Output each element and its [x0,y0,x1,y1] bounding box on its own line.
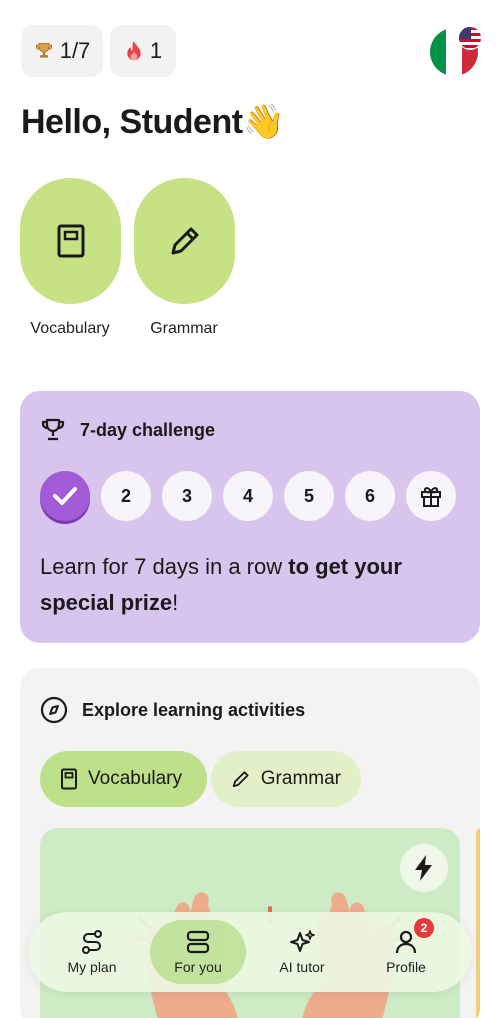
explore-title: Explore learning activities [82,699,306,720]
language-selector[interactable] [428,26,482,78]
explore-header: Explore learning activities [40,696,305,724]
notebook-icon [57,224,84,258]
page-title: Hello, Student👋 [21,103,285,141]
gift-icon [421,487,441,507]
challenge-description: Learn for 7 days in a row to get your spe… [40,549,460,621]
challenge-text-plain: Learn for 7 days in a row [40,554,289,579]
nav-for-you[interactable]: For you [150,920,246,984]
challenge-text-end: ! [172,590,179,615]
streak-text: 1 [149,38,163,63]
level-chip[interactable]: 1/7 [21,25,103,77]
challenge-card[interactable]: 7-day challenge 2 3 4 5 6 Learn for 7 da… [20,391,480,643]
challenge-days: 2 3 4 5 6 [40,471,456,521]
nav-profile[interactable]: Profile [358,920,454,984]
tab-vocabulary[interactable]: Vocabulary [40,751,207,807]
cards-icon [186,930,210,954]
nav-profile-label: Profile [386,959,426,975]
tab-vocabulary-label: Vocabulary [88,768,183,789]
day-6: 6 [345,471,395,521]
trophy-icon [35,43,52,58]
prize-day [406,471,456,521]
nav-ai-tutor[interactable]: AI tutor [254,920,350,984]
trophy-icon [41,418,65,441]
nav-for-you-label: For you [174,959,222,975]
challenge-title: 7-day challenge [80,419,216,440]
pencil-icon [171,227,198,255]
grammar-category-label: Grammar [150,320,218,337]
tab-grammar[interactable]: Grammar [211,751,361,807]
day-4: 4 [223,471,273,521]
challenge-text-bold-2: special prize [40,590,173,615]
day-2: 2 [101,471,151,521]
us-flag-icon [458,26,482,50]
vocabulary-category-label: Vocabulary [30,320,110,337]
challenge-text-bold-1: to get your [288,554,402,579]
nav-ai-tutor-label: AI tutor [279,959,325,975]
flame-icon [127,41,141,61]
route-icon [82,930,102,954]
day-1-completed [40,471,90,521]
day-3: 3 [162,471,212,521]
grammar-category-button[interactable] [134,178,235,304]
vocabulary-category-button[interactable] [20,178,121,304]
profile-notification-badge: 2 [414,918,434,938]
sparkle-icon [290,930,315,952]
streak-chip[interactable]: 1 [110,25,176,77]
nav-my-plan-label: My plan [67,959,117,975]
bottom-navigation: My plan For you AI tutor Profile 2 [28,912,472,992]
lightning-button[interactable] [400,844,448,892]
pencil-icon [232,771,249,788]
lightning-icon [415,855,432,881]
tab-grammar-label: Grammar [260,768,341,789]
compass-icon [40,696,68,724]
level-text: 1/7 [59,38,91,63]
notebook-icon [61,768,77,790]
next-activity-card-edge [476,828,480,1018]
day-5: 5 [284,471,334,521]
nav-my-plan[interactable]: My plan [44,920,140,984]
challenge-header: 7-day challenge [40,417,215,443]
checkmark-icon [53,487,77,505]
